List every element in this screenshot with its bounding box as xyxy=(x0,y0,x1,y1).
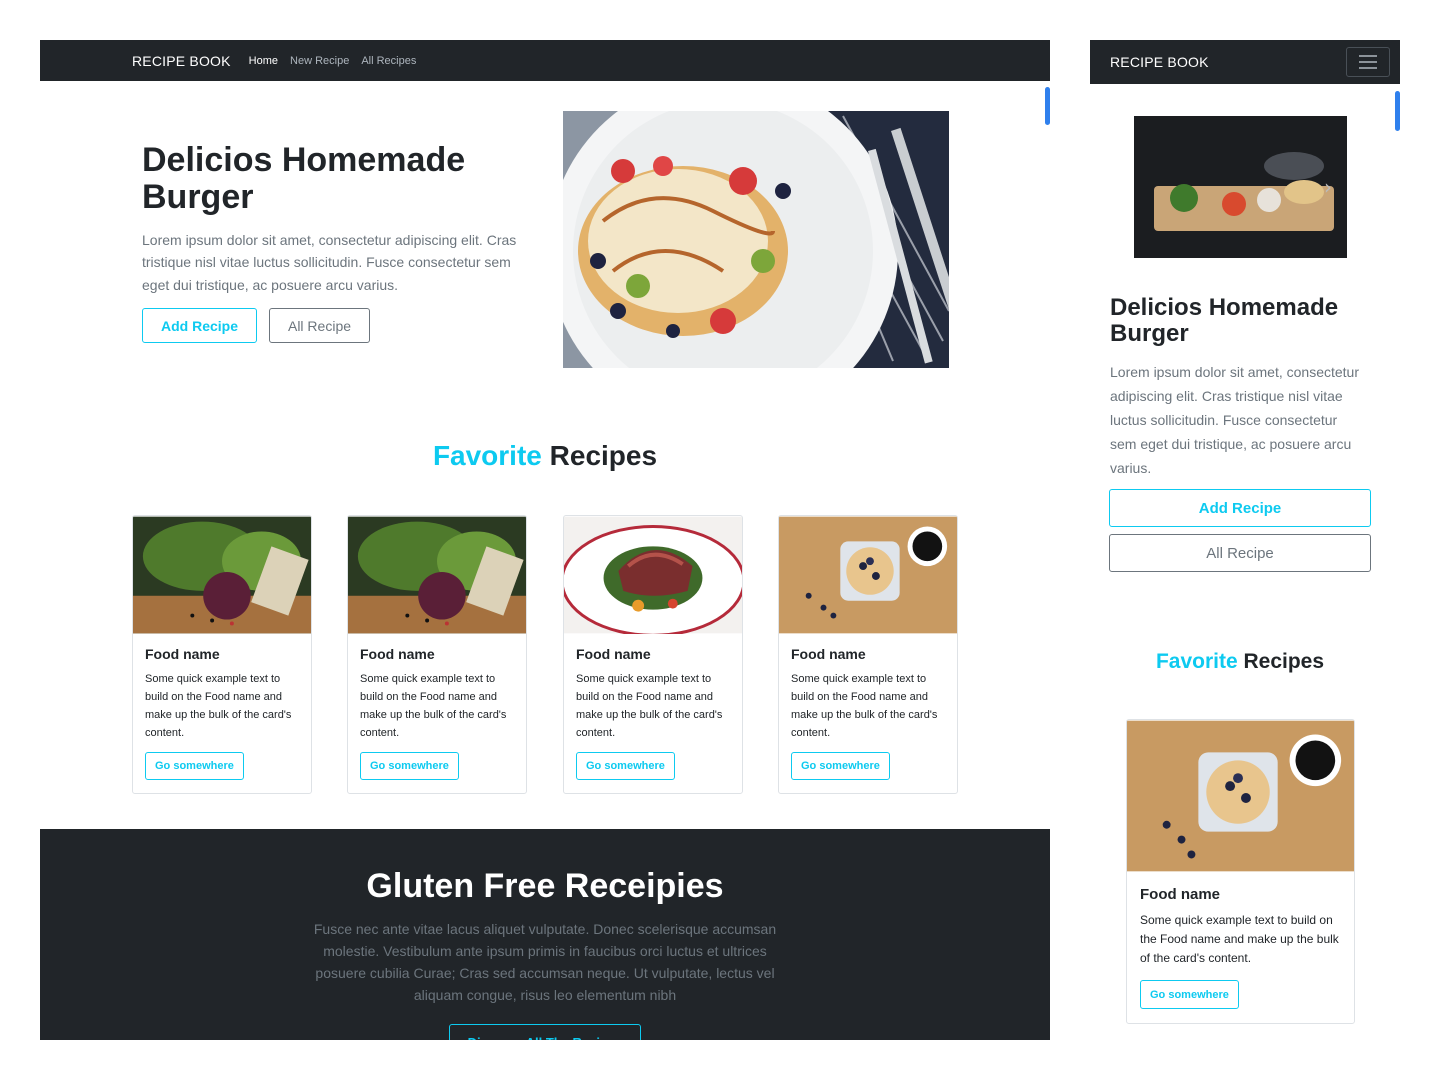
card-image-bowl xyxy=(1127,720,1354,872)
card-image-bowl xyxy=(779,516,957,634)
gluten-free-title: Gluten Free Receipies xyxy=(366,867,724,905)
hero-title: Delicios Homemade Burger xyxy=(1110,294,1339,348)
hero-image: › xyxy=(1134,116,1347,258)
card-image-steak xyxy=(564,516,742,634)
all-recipe-button[interactable]: All Recipe xyxy=(1109,534,1371,572)
brand-logo[interactable]: RECIPE BOOK xyxy=(132,53,231,69)
brand-logo[interactable]: RECIPE BOOK xyxy=(1110,54,1209,70)
recipe-card: Food name Some quick example text to bui… xyxy=(1126,719,1355,1024)
card-text: Some quick example text to build on the … xyxy=(1140,913,1339,965)
nav-home[interactable]: Home xyxy=(249,55,278,67)
all-recipe-button[interactable]: All Recipe xyxy=(269,308,370,344)
gluten-free-text: Fusce nec ante vitae lacus aliquet vulpu… xyxy=(313,921,777,1003)
nav-new-recipe[interactable]: New Recipe xyxy=(290,55,349,67)
favorite-accent: Favorite xyxy=(432,440,542,471)
gluten-free-section: Gluten Free Receipies Fusce nec ante vit… xyxy=(40,829,1050,1040)
go-somewhere-button[interactable]: Go somewhere xyxy=(1140,980,1239,1009)
hero-text: Lorem ipsum dolor sit amet, consectetur … xyxy=(142,231,517,293)
recipe-card: Food name Some quick example text to bui… xyxy=(132,515,312,794)
card-text: Some quick example text to build on the … xyxy=(791,673,938,739)
hero-image xyxy=(563,111,949,368)
go-somewhere-button[interactable]: Go somewhere xyxy=(576,752,675,780)
scrollbar-thumb[interactable] xyxy=(1045,87,1050,125)
discover-recipes-button[interactable]: Discover All The Recipes xyxy=(448,1024,642,1040)
desktop-view: RECIPE BOOK Home New Recipe All Recipes … xyxy=(40,40,1050,1040)
card-title: Food name xyxy=(791,646,866,662)
navbar: RECIPE BOOK Home New Recipe All Recipes xyxy=(40,40,1050,81)
favorite-rest: Recipes xyxy=(1243,650,1325,673)
go-somewhere-button[interactable]: Go somewhere xyxy=(145,752,244,780)
nav-all-recipes[interactable]: All Recipes xyxy=(361,55,416,67)
favorite-recipes-title: Favorite Recipes xyxy=(40,440,1050,472)
mobile-view: RECIPE BOOK › Delicios Homemade Burger L… xyxy=(1090,40,1400,1040)
go-somewhere-button[interactable]: Go somewhere xyxy=(360,752,459,780)
svg-text:›: › xyxy=(1324,175,1332,199)
navbar: RECIPE BOOK xyxy=(1090,40,1400,84)
hero-title: Delicios Homemade Burger xyxy=(142,141,466,217)
card-image-vegetables xyxy=(348,516,526,634)
hamburger-menu-icon[interactable] xyxy=(1346,47,1390,77)
card-title: Food name xyxy=(360,646,435,662)
favorite-recipes-title: Favorite Recipes xyxy=(1090,650,1390,674)
hero-text: Lorem ipsum dolor sit amet, consectetur … xyxy=(1110,364,1359,476)
recipe-card: Food name Some quick example text to bui… xyxy=(563,515,743,794)
card-text: Some quick example text to build on the … xyxy=(576,673,723,739)
card-title: Food name xyxy=(576,646,651,662)
card-text: Some quick example text to build on the … xyxy=(145,673,292,739)
card-title: Food name xyxy=(145,646,220,662)
recipe-card: Food name Some quick example text to bui… xyxy=(778,515,958,794)
scrollbar-thumb[interactable] xyxy=(1395,91,1400,131)
recipe-card: Food name Some quick example text to bui… xyxy=(347,515,527,794)
favorite-accent: Favorite xyxy=(1155,650,1238,673)
favorite-rest: Recipes xyxy=(549,440,658,471)
card-title: Food name xyxy=(1140,886,1221,903)
hero-section: Delicios Homemade Burger Lorem ipsum dol… xyxy=(142,141,522,344)
card-image-vegetables xyxy=(133,516,311,634)
card-text: Some quick example text to build on the … xyxy=(360,673,507,739)
add-recipe-button[interactable]: Add Recipe xyxy=(1109,489,1371,527)
go-somewhere-button[interactable]: Go somewhere xyxy=(791,752,890,780)
add-recipe-button[interactable]: Add Recipe xyxy=(142,308,257,344)
